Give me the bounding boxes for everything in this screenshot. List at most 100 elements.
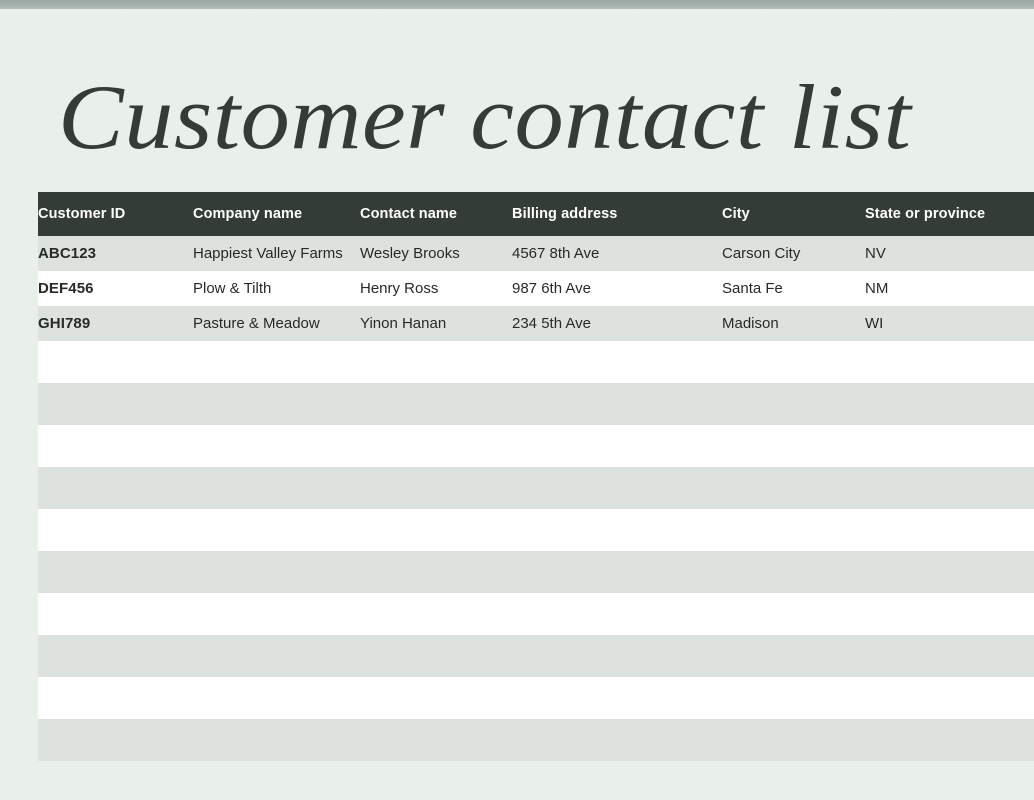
cell-contact_name-empty[interactable] — [360, 635, 512, 677]
cell-customer_id-empty[interactable] — [38, 719, 193, 761]
table-row-empty[interactable] — [38, 593, 1034, 635]
cell-billing_address-empty[interactable] — [512, 593, 722, 635]
cell-customer_id-empty[interactable] — [38, 635, 193, 677]
cell-state_or_province[interactable]: NM — [865, 271, 1034, 306]
table-row-empty[interactable] — [38, 509, 1034, 551]
cell-billing_address-empty[interactable] — [512, 509, 722, 551]
cell-company_name-empty[interactable] — [193, 467, 360, 509]
cell-city[interactable]: Carson City — [722, 236, 865, 271]
cell-customer_id[interactable]: ABC123 — [38, 236, 193, 271]
table-row-empty[interactable] — [38, 719, 1034, 761]
table-row-empty[interactable] — [38, 551, 1034, 593]
cell-company_name-empty[interactable] — [193, 551, 360, 593]
cell-billing_address[interactable]: 4567 8th Ave — [512, 236, 722, 271]
cell-company_name-empty[interactable] — [193, 509, 360, 551]
table-row[interactable]: DEF456 Plow & Tilth Henry Ross 987 6th Ave S… — [38, 271, 1034, 306]
cell-company_name-empty[interactable] — [193, 341, 360, 383]
cell-customer_id-empty[interactable] — [38, 425, 193, 467]
column-header-customer-id[interactable]: Customer ID — [38, 192, 193, 236]
cell-billing_address-empty[interactable] — [512, 551, 722, 593]
cell-state_or_province-empty[interactable] — [865, 509, 1034, 551]
table-row[interactable]: GHI789 Pasture & Meadow Yinon Hanan 234 5th… — [38, 306, 1034, 341]
cell-state_or_province[interactable]: WI — [865, 306, 1034, 341]
cell-contact_name[interactable]: Henry Ross — [360, 271, 512, 306]
table-row-empty[interactable] — [38, 425, 1034, 467]
cell-city-empty[interactable] — [722, 677, 865, 719]
cell-customer_id[interactable]: GHI789 — [38, 306, 193, 341]
cell-customer_id-empty[interactable] — [38, 593, 193, 635]
cell-billing_address[interactable]: 234 5th Ave — [512, 306, 722, 341]
cell-customer_id-empty[interactable] — [38, 341, 193, 383]
cell-billing_address-empty[interactable] — [512, 635, 722, 677]
column-header-contact-name[interactable]: Contact name — [360, 192, 512, 236]
table-row-empty[interactable] — [38, 383, 1034, 425]
cell-company_name-empty[interactable] — [193, 635, 360, 677]
cell-contact_name-empty[interactable] — [360, 719, 512, 761]
cell-state_or_province-empty[interactable] — [865, 341, 1034, 383]
cell-city-empty[interactable] — [722, 551, 865, 593]
column-header-state-or-province[interactable]: State or province — [865, 192, 1034, 236]
cell-state_or_province-empty[interactable] — [865, 593, 1034, 635]
cell-billing_address-empty[interactable] — [512, 677, 722, 719]
customer-contact-table-container: Customer ID Company name Contact name Bi… — [38, 192, 1034, 761]
cell-contact_name-empty[interactable] — [360, 467, 512, 509]
cell-customer_id-empty[interactable] — [38, 509, 193, 551]
customer-contact-table: Customer ID Company name Contact name Bi… — [38, 192, 1034, 761]
cell-contact_name-empty[interactable] — [360, 509, 512, 551]
column-header-billing-address[interactable]: Billing address — [512, 192, 722, 236]
cell-company_name-empty[interactable] — [193, 425, 360, 467]
cell-billing_address-empty[interactable] — [512, 425, 722, 467]
cell-state_or_province-empty[interactable] — [865, 551, 1034, 593]
table-row-empty[interactable] — [38, 341, 1034, 383]
cell-contact_name[interactable]: Wesley Brooks — [360, 236, 512, 271]
cell-state_or_province-empty[interactable] — [865, 467, 1034, 509]
cell-customer_id-empty[interactable] — [38, 551, 193, 593]
cell-state_or_province-empty[interactable] — [865, 719, 1034, 761]
cell-city-empty[interactable] — [722, 467, 865, 509]
cell-contact_name-empty[interactable] — [360, 677, 512, 719]
cell-city-empty[interactable] — [722, 593, 865, 635]
cell-state_or_province[interactable]: NV — [865, 236, 1034, 271]
cell-city-empty[interactable] — [722, 383, 865, 425]
cell-city-empty[interactable] — [722, 719, 865, 761]
table-row[interactable]: ABC123 Happiest Valley Farms Wesley Brooks… — [38, 236, 1034, 271]
cell-billing_address[interactable]: 987 6th Ave — [512, 271, 722, 306]
cell-company_name-empty[interactable] — [193, 383, 360, 425]
table-row-empty[interactable] — [38, 677, 1034, 719]
cell-contact_name-empty[interactable] — [360, 383, 512, 425]
cell-city-empty[interactable] — [722, 341, 865, 383]
cell-contact_name-empty[interactable] — [360, 551, 512, 593]
page-title: Customer contact list — [58, 66, 912, 168]
cell-city[interactable]: Madison — [722, 306, 865, 341]
cell-customer_id[interactable]: DEF456 — [38, 271, 193, 306]
cell-billing_address-empty[interactable] — [512, 383, 722, 425]
cell-company_name[interactable]: Plow & Tilth — [193, 271, 360, 306]
cell-contact_name-empty[interactable] — [360, 425, 512, 467]
cell-company_name-empty[interactable] — [193, 593, 360, 635]
cell-city-empty[interactable] — [722, 509, 865, 551]
cell-billing_address-empty[interactable] — [512, 467, 722, 509]
table-row-empty[interactable] — [38, 467, 1034, 509]
cell-city-empty[interactable] — [722, 635, 865, 677]
cell-state_or_province-empty[interactable] — [865, 383, 1034, 425]
cell-city[interactable]: Santa Fe — [722, 271, 865, 306]
cell-state_or_province-empty[interactable] — [865, 425, 1034, 467]
cell-billing_address-empty[interactable] — [512, 341, 722, 383]
cell-contact_name-empty[interactable] — [360, 341, 512, 383]
cell-billing_address-empty[interactable] — [512, 719, 722, 761]
cell-company_name[interactable]: Happiest Valley Farms — [193, 236, 360, 271]
cell-customer_id-empty[interactable] — [38, 467, 193, 509]
cell-state_or_province-empty[interactable] — [865, 635, 1034, 677]
cell-customer_id-empty[interactable] — [38, 677, 193, 719]
cell-contact_name[interactable]: Yinon Hanan — [360, 306, 512, 341]
cell-state_or_province-empty[interactable] — [865, 677, 1034, 719]
column-header-company-name[interactable]: Company name — [193, 192, 360, 236]
cell-company_name-empty[interactable] — [193, 677, 360, 719]
cell-contact_name-empty[interactable] — [360, 593, 512, 635]
cell-customer_id-empty[interactable] — [38, 383, 193, 425]
table-row-empty[interactable] — [38, 635, 1034, 677]
cell-city-empty[interactable] — [722, 425, 865, 467]
column-header-city[interactable]: City — [722, 192, 865, 236]
cell-company_name[interactable]: Pasture & Meadow — [193, 306, 360, 341]
cell-company_name-empty[interactable] — [193, 719, 360, 761]
